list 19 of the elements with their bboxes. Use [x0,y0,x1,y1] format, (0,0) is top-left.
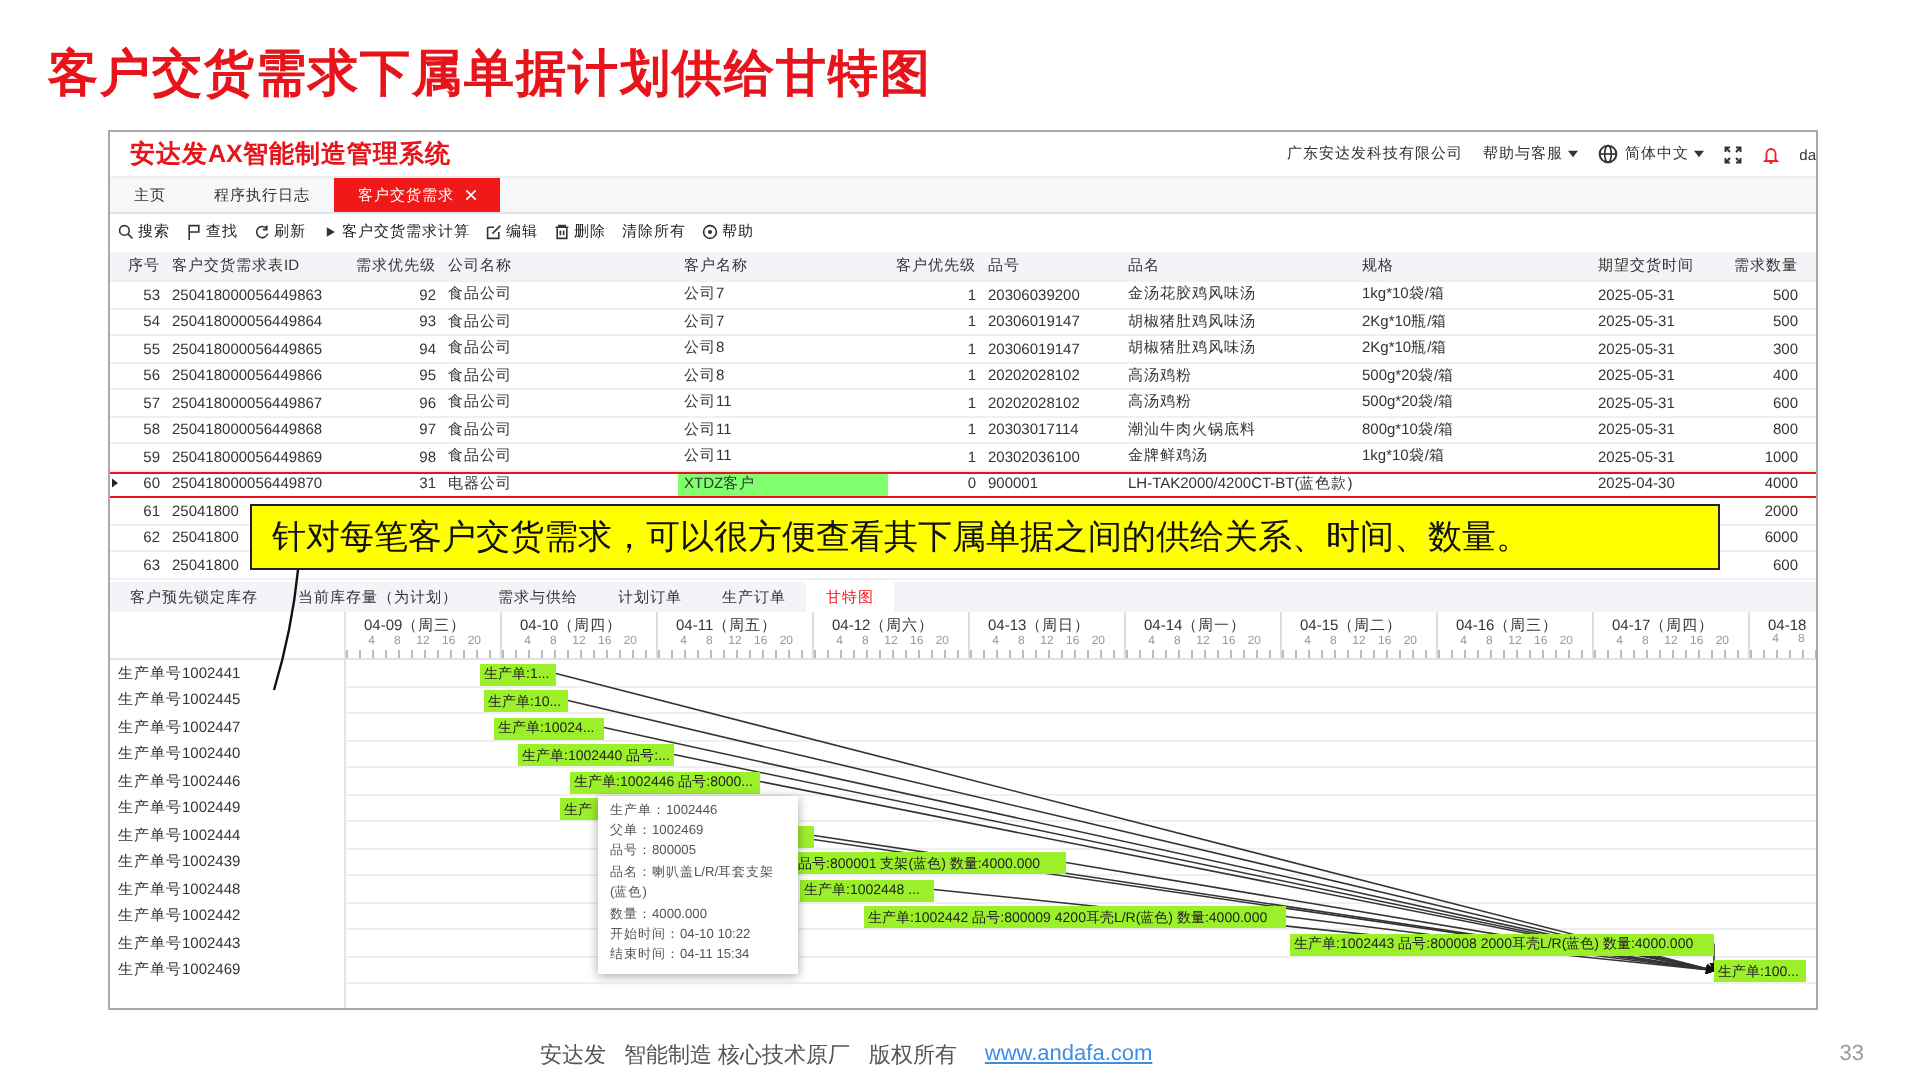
page-number: 33 [1839,1042,1864,1066]
close-icon[interactable] [466,190,476,200]
play-icon [322,223,338,239]
callout-tooltip: 针对每笔客户交货需求，可以很方便查看其下属单据之间的供给关系、时间、数量。 [250,504,1720,570]
flag-icon [186,223,202,239]
fullscreen-icon[interactable] [1723,145,1742,163]
trash-icon [554,223,570,239]
footer-text: 安达发 智能制造 核心技术原厂 版权所有 [540,1041,957,1069]
globe-icon [1597,144,1618,164]
caret-icon [1693,150,1704,158]
refresh-icon [254,223,270,239]
bell-icon[interactable] [1761,145,1780,163]
app-title: 安达发AX智能制造管理系统 [130,137,451,171]
help-icon [702,223,718,239]
edit-icon [486,223,502,239]
row-pointer-icon [112,478,118,489]
slide-title: 客户交货需求下属单据计划供给甘特图 [48,44,932,106]
caret-icon [1567,150,1578,158]
search-icon [118,223,134,239]
